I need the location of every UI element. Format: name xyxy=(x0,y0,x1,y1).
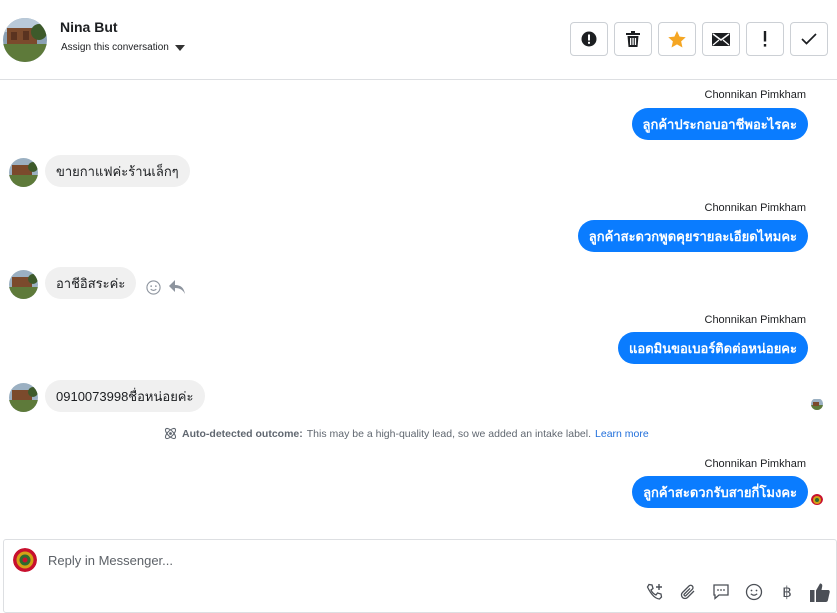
exclamation-icon xyxy=(763,31,767,47)
conversation-header: Nina But Assign this conversation xyxy=(0,0,837,80)
outgoing-message[interactable]: ลูกค้าสะดวกรับสายกี่โมงคะ xyxy=(632,476,808,508)
contact-avatar[interactable] xyxy=(3,18,47,62)
notice-text: This may be a high-quality lead, so we a… xyxy=(306,427,592,440)
mark-done-button[interactable] xyxy=(790,22,828,56)
contact-avatar-small[interactable] xyxy=(9,383,38,412)
spam-icon xyxy=(581,31,597,47)
message-sender: Chonnikan Pimkham xyxy=(704,458,807,470)
outgoing-message[interactable]: แอดมินขอเบอร์ติดต่อหน่อยคะ xyxy=(618,332,808,364)
mark-spam-button[interactable] xyxy=(570,22,608,56)
seen-receipt-avatar xyxy=(811,398,823,410)
check-icon xyxy=(801,33,817,45)
outgoing-message[interactable]: ลูกค้าสะดวกพูดคุยรายละเอียดไหมคะ xyxy=(577,220,808,252)
star-icon xyxy=(668,30,686,47)
react-emoji-icon[interactable] xyxy=(146,280,161,295)
call-add-icon[interactable] xyxy=(645,582,665,602)
contact-name: Nina But xyxy=(60,19,118,35)
learn-more-link[interactable]: Learn more xyxy=(595,428,649,440)
message-sender: Chonnikan Pimkham xyxy=(704,314,807,326)
paperclip-icon[interactable] xyxy=(678,582,698,602)
thumbs-up-icon[interactable] xyxy=(810,582,830,602)
contact-avatar-small[interactable] xyxy=(9,158,38,187)
outgoing-message[interactable]: ลูกค้าประกอบอาชีพอะไรคะ xyxy=(631,108,808,140)
page-avatar xyxy=(13,548,37,572)
conversation-toolbar xyxy=(570,22,828,56)
reply-icon[interactable] xyxy=(169,280,185,295)
message-actions xyxy=(146,280,185,295)
assign-conversation-dropdown[interactable]: Assign this conversation xyxy=(61,42,185,53)
mark-unread-button[interactable] xyxy=(702,22,740,56)
caret-down-icon xyxy=(174,44,185,51)
notice-label: Auto-detected outcome: xyxy=(182,427,303,440)
seen-receipt-avatar xyxy=(811,493,823,505)
assign-label: Assign this conversation xyxy=(61,42,169,53)
auto-detected-notice: Auto-detected outcome: This may be a hig… xyxy=(163,426,649,441)
contact-avatar-small[interactable] xyxy=(9,270,38,299)
message-sender: Chonnikan Pimkham xyxy=(704,89,807,101)
reply-input[interactable] xyxy=(48,553,548,568)
atom-icon xyxy=(164,427,177,440)
reply-composer: ฿ xyxy=(3,539,837,613)
message-sender: Chonnikan Pimkham xyxy=(704,202,807,214)
follow-up-button[interactable] xyxy=(746,22,784,56)
payment-baht-icon[interactable]: ฿ xyxy=(777,582,797,602)
mail-icon xyxy=(712,32,730,46)
composer-tools: ฿ xyxy=(645,582,830,602)
incoming-message[interactable]: อาชีอิสระค่ะ xyxy=(45,267,137,299)
saved-replies-icon[interactable] xyxy=(711,582,731,602)
incoming-message[interactable]: ขายกาแฟค่ะร้านเล็กๆ xyxy=(45,155,190,187)
trash-icon xyxy=(626,31,640,47)
emoji-icon[interactable] xyxy=(744,582,764,602)
incoming-message[interactable]: 0910073998ชื่อหน่อยค่ะ xyxy=(45,380,205,412)
star-button[interactable] xyxy=(658,22,696,56)
delete-button[interactable] xyxy=(614,22,652,56)
